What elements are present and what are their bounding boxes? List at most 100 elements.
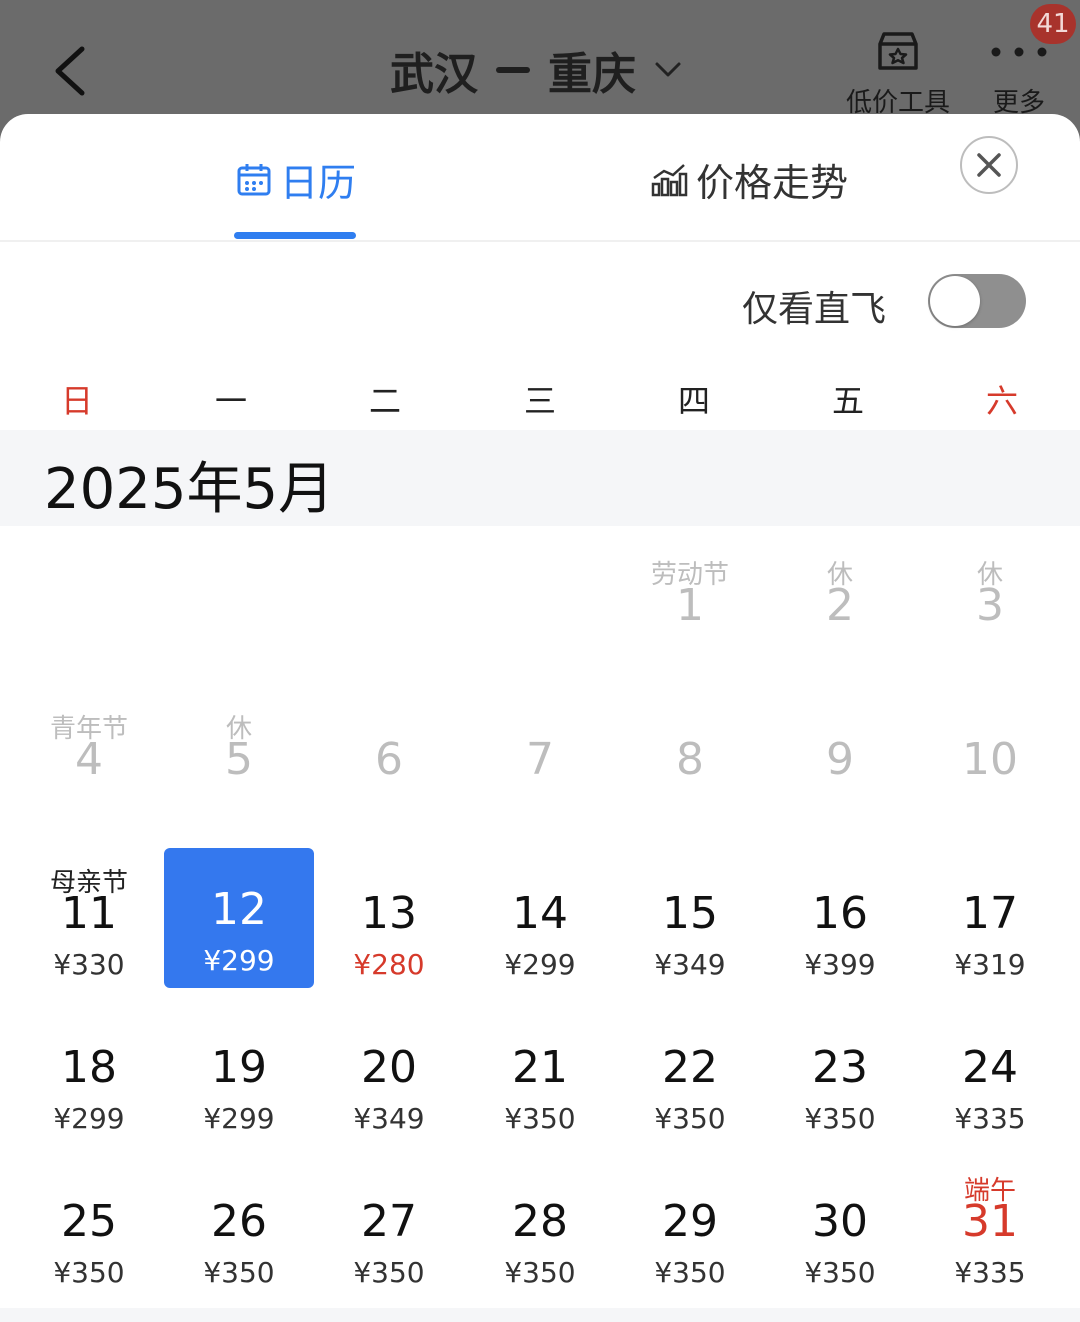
calendar-day[interactable]: 17 ¥319 (915, 852, 1065, 992)
notification-badge: 41 (1030, 4, 1076, 44)
chevron-left-icon (55, 46, 85, 96)
day-number: 6 (375, 734, 403, 785)
back-button[interactable] (40, 36, 100, 106)
day-number: 24 (962, 1042, 1018, 1093)
calendar-day[interactable]: 25 ¥350 (14, 1160, 164, 1300)
month-header: 2025年5月 (0, 430, 1080, 526)
day-number: 29 (662, 1196, 718, 1247)
calendar-day: 劳动节 1 (615, 544, 765, 684)
calendar-day: 9 (765, 698, 915, 838)
day-number: 20 (361, 1042, 417, 1093)
calendar-day[interactable]: 26 ¥350 (164, 1160, 314, 1300)
day-price: ¥299 (504, 948, 576, 981)
low-price-tool-button[interactable]: 低价工具 (842, 28, 954, 119)
weekday-label: 二 (368, 382, 401, 420)
weekday-header: 日 一 二 三 四 五 六 (0, 376, 1080, 430)
day-number: 13 (361, 888, 417, 939)
day-price: ¥350 (654, 1256, 726, 1289)
day-price: ¥350 (203, 1256, 275, 1289)
calendar-day[interactable]: 27 ¥350 (314, 1160, 464, 1300)
destination-city: 重庆 (548, 49, 636, 100)
day-number: 16 (812, 888, 868, 939)
day-price: ¥299 (203, 1102, 275, 1135)
tab-calendar[interactable]: 日历 (236, 152, 356, 207)
day-number: 2 (826, 580, 854, 631)
origin-city: 武汉 (390, 49, 478, 100)
day-price: ¥350 (804, 1256, 876, 1289)
day-number: 8 (676, 734, 704, 785)
calendar-day[interactable]: 24 ¥335 (915, 1006, 1065, 1146)
calendar-day[interactable]: 22 ¥350 (615, 1006, 765, 1146)
weekday-label: 四 (677, 382, 710, 420)
direct-only-toggle[interactable] (928, 274, 1026, 328)
calendar-day[interactable]: 端午 31 ¥335 (915, 1160, 1065, 1300)
day-price: ¥350 (53, 1256, 125, 1289)
close-button[interactable] (960, 136, 1018, 194)
chevron-down-icon (654, 60, 682, 80)
calendar-day[interactable]: 28 ¥350 (465, 1160, 615, 1300)
calendar-day: 7 (465, 698, 615, 838)
direct-only-label: 仅看直飞 (742, 289, 887, 330)
day-number: 18 (61, 1042, 117, 1093)
day-price: ¥299 (53, 1102, 125, 1135)
toggle-knob (930, 276, 980, 326)
shop-icon (842, 28, 954, 76)
day-price: ¥335 (954, 1256, 1026, 1289)
day-price: ¥399 (804, 948, 876, 981)
day-price: ¥335 (954, 1102, 1026, 1135)
calendar-day-selected[interactable]: 12 ¥299 (164, 848, 314, 988)
day-number: 22 (662, 1042, 718, 1093)
calendar-day: 10 (915, 698, 1065, 838)
calendar-day[interactable]: 19 ¥299 (164, 1006, 314, 1146)
close-icon (977, 153, 1001, 177)
calendar-day: 6 (314, 698, 464, 838)
day-price: ¥299 (203, 944, 275, 977)
tab-bar: 日历 价格走势 (0, 114, 1080, 242)
calendar-day[interactable]: 20 ¥349 (314, 1006, 464, 1146)
calendar-day[interactable]: 母亲节 11 ¥330 (14, 852, 164, 992)
weekday-label: 一 (214, 382, 247, 420)
day-number: 19 (211, 1042, 267, 1093)
day-number: 5 (225, 734, 253, 785)
calendar-day[interactable]: 30 ¥350 (765, 1160, 915, 1300)
day-price-lowest: ¥280 (353, 948, 425, 981)
day-price: ¥350 (654, 1102, 726, 1135)
day-number: 3 (976, 580, 1004, 631)
month-title: 2025年5月 (44, 457, 335, 522)
day-number: 9 (826, 734, 854, 785)
calendar-day[interactable]: 23 ¥350 (765, 1006, 915, 1146)
day-price: ¥349 (353, 1102, 425, 1135)
day-number: 31 (962, 1196, 1018, 1247)
day-number: 26 (211, 1196, 267, 1247)
bottom-strip (0, 1308, 1080, 1322)
day-price: ¥349 (654, 948, 726, 981)
calendar-sheet: 日历 价格走势 仅看直飞 日 一 二 三 四 五 六 2025年5月 劳动节 1… (0, 114, 1080, 1322)
direct-flight-filter: 仅看直飞 (0, 242, 1080, 360)
calendar-day[interactable]: 16 ¥399 (765, 852, 915, 992)
calendar-day[interactable]: 13 ¥280 (314, 852, 464, 992)
day-number: 11 (61, 888, 117, 939)
weekday-label: 三 (523, 382, 556, 420)
day-number: 30 (812, 1196, 868, 1247)
day-number: 10 (962, 734, 1018, 785)
route-selector[interactable]: 武汉 重庆 (390, 40, 682, 100)
calendar-day[interactable]: 21 ¥350 (465, 1006, 615, 1146)
calendar-day: 休 2 (765, 544, 915, 684)
calendar-day[interactable]: 15 ¥349 (615, 852, 765, 992)
day-number: 15 (662, 888, 718, 939)
day-number: 28 (512, 1196, 568, 1247)
calendar-day[interactable]: 29 ¥350 (615, 1160, 765, 1300)
calendar-day[interactable]: 14 ¥299 (465, 852, 615, 992)
active-tab-indicator (234, 232, 356, 239)
day-number: 4 (75, 734, 103, 785)
tab-price-trend[interactable]: 价格走势 (650, 152, 848, 207)
day-price: ¥330 (53, 948, 125, 981)
day-number: 1 (676, 580, 704, 631)
day-number: 27 (361, 1196, 417, 1247)
calendar-day[interactable]: 18 ¥299 (14, 1006, 164, 1146)
weekday-label: 六 (985, 382, 1018, 420)
day-price: ¥350 (504, 1102, 576, 1135)
calendar-day: 8 (615, 698, 765, 838)
weekday-label: 日 (60, 382, 93, 420)
calendar-icon (236, 162, 272, 198)
